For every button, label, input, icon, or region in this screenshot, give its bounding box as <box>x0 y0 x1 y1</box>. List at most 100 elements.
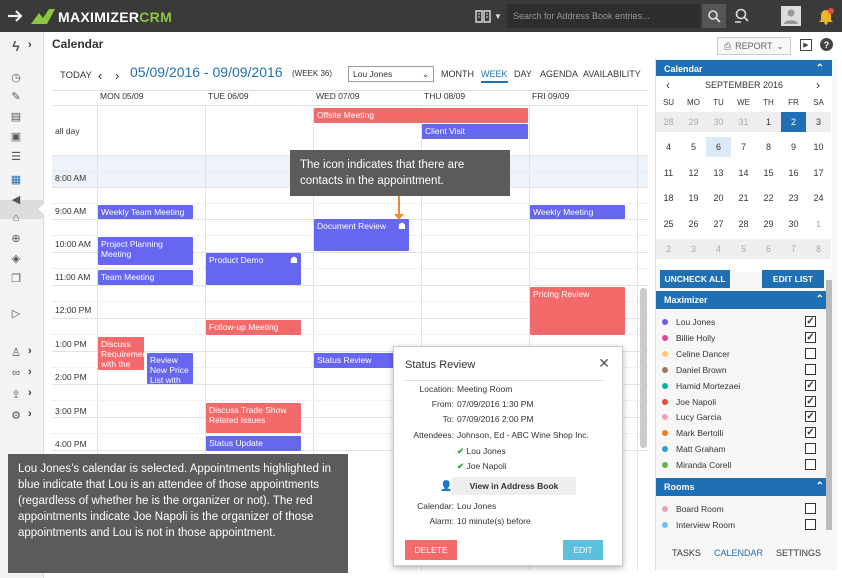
user-checkbox[interactable]: ✓ <box>805 331 816 343</box>
calendar-user-row[interactable]: Daniel Brown <box>656 362 832 378</box>
today-button[interactable]: TODAY <box>60 66 92 84</box>
user-checkbox[interactable]: ✓ <box>805 395 816 407</box>
mini-calendar-day[interactable]: 3 <box>806 112 831 132</box>
mini-calendar-day[interactable]: 4 <box>656 137 681 157</box>
calendar-user-row[interactable]: Matt Graham <box>656 441 832 457</box>
mini-calendar-day[interactable]: 29 <box>681 112 706 132</box>
mini-calendar-day[interactable]: 22 <box>756 188 781 208</box>
layers-icon[interactable]: ◈ <box>8 250 24 266</box>
maximizer-panel-header[interactable]: Maximizer ⌃ <box>656 291 832 309</box>
advanced-search-icon[interactable] <box>732 6 754 26</box>
mini-calendar-day[interactable]: 14 <box>731 163 756 183</box>
calendar-user-row[interactable]: Lou Jones ✓ <box>656 314 832 330</box>
dashboard-icon[interactable]: ◷ <box>8 69 24 85</box>
mini-calendar-day[interactable]: 2 <box>656 239 681 259</box>
calendar-user-row[interactable]: Hamid Mortezaei ✓ <box>656 378 832 394</box>
appointment[interactable]: Pricing Review <box>530 287 625 335</box>
calendar-user-select[interactable]: Lou Jones ⌄ <box>348 66 434 82</box>
user-checkbox[interactable] <box>805 443 816 455</box>
user-checkbox[interactable] <box>805 518 816 530</box>
user-checkbox[interactable] <box>805 459 816 471</box>
tab-agenda[interactable]: AGENDA <box>540 69 578 79</box>
grid-scrollbar[interactable] <box>640 288 647 448</box>
user-checkbox[interactable]: ✓ <box>805 411 816 423</box>
settings-gear-icon[interactable]: ⚙ <box>8 407 24 423</box>
user-checkbox[interactable] <box>805 503 816 514</box>
user-checkbox[interactable] <box>805 347 816 359</box>
panel-scrollbar[interactable] <box>826 280 832 530</box>
appointment[interactable]: Document Review ☗ <box>314 219 409 251</box>
user-checkbox[interactable]: ✓ <box>805 427 816 439</box>
mini-calendar-day[interactable]: 4 <box>706 239 731 259</box>
appointment[interactable]: Discuss Requirements with the <box>98 337 144 370</box>
chevron-right-icon[interactable]: › <box>28 366 32 378</box>
mini-calendar-day[interactable]: 1 <box>756 112 781 132</box>
bank-icon[interactable]: ⌂ <box>8 210 24 226</box>
edit-list-button[interactable]: EDIT LIST <box>762 270 824 288</box>
appointment[interactable]: Review New Price List with <box>147 353 193 384</box>
users-icon[interactable]: ♙ <box>8 344 24 360</box>
appointment[interactable]: Team Meeting <box>98 270 193 285</box>
mini-calendar-day[interactable]: 24 <box>806 188 831 208</box>
mini-calendar-day[interactable]: 28 <box>731 214 756 234</box>
mini-calendar-day[interactable]: 6 <box>756 239 781 259</box>
appointment[interactable]: Client Visit <box>422 124 528 139</box>
tab-availability[interactable]: AVAILABILITY <box>583 69 641 79</box>
appointment[interactable]: Product Demo ☗ <box>206 253 301 285</box>
rooms-panel-header[interactable]: Rooms ⌃ <box>656 478 832 496</box>
mini-calendar-day[interactable]: 21 <box>731 188 756 208</box>
mini-calendar-day[interactable]: 29 <box>756 214 781 234</box>
calendar-user-row[interactable]: Billie Holly ✓ <box>656 330 832 346</box>
day-header[interactable]: TUE 06/09 <box>160 91 249 105</box>
mini-calendar-day[interactable]: 23 <box>781 188 806 208</box>
tab-tasks[interactable]: TASKS <box>672 548 701 558</box>
mini-calendar-day[interactable]: 30 <box>781 214 806 234</box>
edit-button[interactable]: EDIT <box>563 540 603 560</box>
notifications-bell-icon[interactable] <box>815 6 837 26</box>
support-icon[interactable]: ⊕ <box>8 230 24 246</box>
play-video-icon[interactable]: ▶ <box>800 39 812 51</box>
chevron-right-icon[interactable]: › <box>28 387 32 399</box>
calendar-user-row[interactable]: Celine Dancer <box>656 346 832 362</box>
chevron-right-icon[interactable]: › <box>28 39 32 51</box>
view-in-address-book-button[interactable]: View in Address Book <box>452 477 576 495</box>
appointment[interactable]: Follow-up Meeting <box>206 320 301 335</box>
user-checkbox[interactable] <box>805 363 816 375</box>
mini-calendar-day[interactable]: 8 <box>806 239 831 259</box>
mini-calendar-day[interactable]: 17 <box>806 163 831 183</box>
mini-calendar-day[interactable]: 18 <box>656 188 681 208</box>
mini-calendar-day[interactable]: 20 <box>706 188 731 208</box>
day-header[interactable]: WED 07/09 <box>268 91 359 105</box>
collapse-arrow-icon[interactable] <box>6 6 26 26</box>
calendar-user-row[interactable]: Lucy Garcia ✓ <box>656 409 832 425</box>
calendar-user-row[interactable]: Mark Bertolli ✓ <box>656 425 832 441</box>
day-header[interactable]: THU 08/09 <box>376 91 465 105</box>
next-week-icon[interactable]: › <box>115 66 119 84</box>
address-book-nav-icon[interactable]: ▤ <box>8 108 24 124</box>
upload-icon[interactable]: ⇪ <box>8 386 24 402</box>
mini-calendar-day[interactable]: 5 <box>731 239 756 259</box>
mini-calendar-day[interactable]: 10 <box>806 137 831 157</box>
tab-settings[interactable]: SETTINGS <box>776 548 821 558</box>
prev-week-icon[interactable]: ‹ <box>98 66 102 84</box>
mini-calendar-day[interactable]: 19 <box>681 188 706 208</box>
user-checkbox[interactable]: ✓ <box>805 316 816 327</box>
link-icon[interactable]: ∞ <box>8 365 24 381</box>
tab-day[interactable]: DAY <box>514 69 532 79</box>
mini-calendar-day[interactable]: 9 <box>781 137 806 157</box>
calendar-nav-icon[interactable]: ▦ <box>8 171 24 187</box>
mini-calendar-day[interactable]: 31 <box>731 112 756 132</box>
tab-calendar[interactable]: CALENDAR <box>714 548 763 558</box>
appointment[interactable]: Weekly Meeting <box>530 205 625 219</box>
search-icon[interactable] <box>702 4 726 28</box>
appointment[interactable]: Offsite Meeting <box>314 108 528 123</box>
chevron-down-icon[interactable]: ▼ <box>493 9 503 23</box>
calendar-user-row[interactable]: Board Room <box>656 501 832 517</box>
delete-button[interactable]: DELETE <box>405 540 457 560</box>
help-icon[interactable]: ? <box>820 38 833 51</box>
report-button[interactable]: ⎙ REPORT ⌄ <box>717 37 791 55</box>
megaphone-icon[interactable]: ◀ <box>8 191 24 207</box>
appointment[interactable]: Weekly Team Meeting <box>98 205 193 219</box>
briefcase-icon[interactable]: ▣ <box>8 128 24 144</box>
mini-calendar-day[interactable]: 7 <box>731 137 756 157</box>
